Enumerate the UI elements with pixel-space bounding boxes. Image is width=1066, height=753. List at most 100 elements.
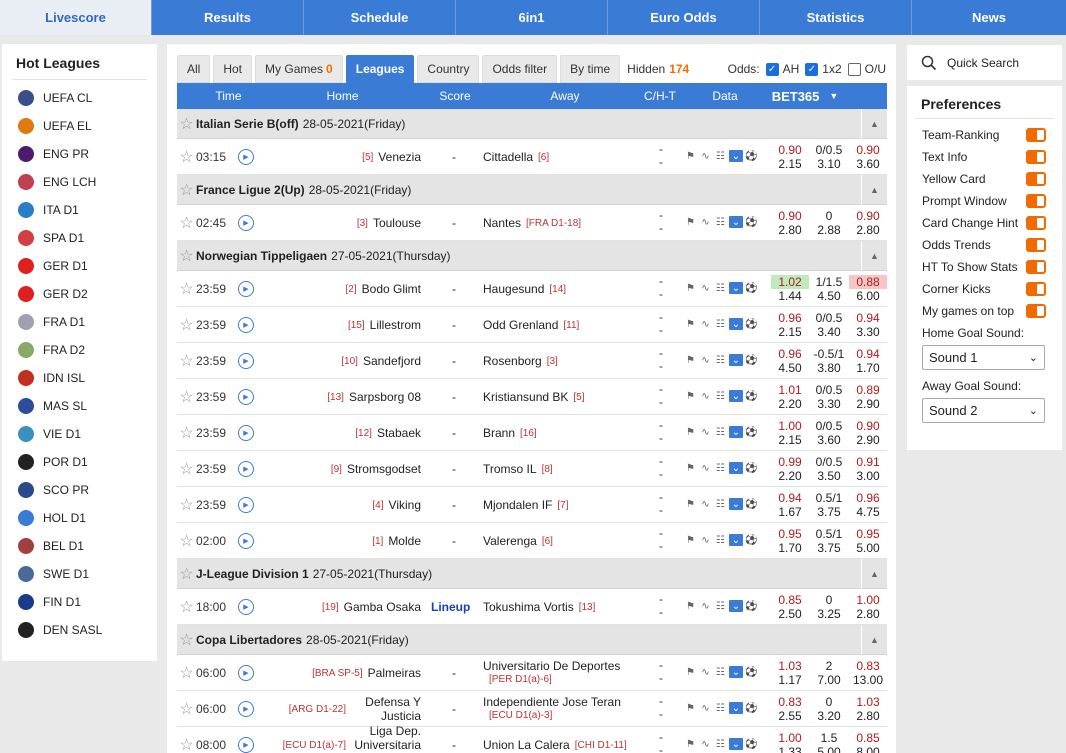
odds-block[interactable]: 0.85 0 1.00 2.50 3.25 2.80 <box>771 593 887 621</box>
odds-checkbox-ah[interactable]: ✓ <box>765 62 779 76</box>
odds-value[interactable]: 0.83 <box>849 659 887 673</box>
odds-block[interactable]: 0.96 0/0.5 0.94 2.15 3.40 3.30 <box>771 311 887 339</box>
odds-value[interactable]: 4.50 <box>771 361 809 375</box>
star-icon[interactable]: ☆ <box>177 531 196 551</box>
odds-value[interactable]: 0.95 <box>849 527 887 541</box>
ball-icon[interactable]: ⚽ <box>745 282 758 294</box>
filter-tab-by-time[interactable]: By time <box>560 55 621 83</box>
hot-league-item[interactable]: BEL D1 <box>2 532 157 560</box>
hot-league-item[interactable]: SWE D1 <box>2 560 157 588</box>
lineup-link[interactable]: Lineup <box>431 600 470 614</box>
odds-value[interactable]: 0.5/1 <box>809 491 849 505</box>
trend-chart-icon[interactable]: ∿ <box>699 150 712 162</box>
match-row[interactable]: ☆ 23:59 ▶ [12] Stabaek - Brann [16] - - ⚑ ∿ ☷ ⌄ ⚽ 1.00 0… <box>177 415 887 451</box>
odds-value[interactable]: 0.88 <box>849 275 887 289</box>
hot-league-item[interactable]: FRA D1 <box>2 308 157 336</box>
odds-block[interactable]: 1.01 0/0.5 0.89 2.20 3.30 2.90 <box>771 383 887 411</box>
odds-value[interactable]: 0/0.5 <box>809 455 849 469</box>
away-team[interactable]: Cittadella [6] <box>483 139 653 175</box>
odds-block[interactable]: 0.95 0.5/1 0.95 1.70 3.75 5.00 <box>771 527 887 555</box>
odds-value[interactable]: 0.89 <box>849 383 887 397</box>
field-icon[interactable]: ☷ <box>714 702 727 714</box>
match-row[interactable]: ☆ 23:59 ▶ [2] Bodo Glimt - Haugesund [14] - - ⚑ ∿ ☷ ⌄… <box>177 271 887 307</box>
away-team[interactable]: Tromso IL [8] <box>483 451 653 487</box>
ball-icon[interactable]: ⚽ <box>745 600 758 612</box>
odds-value[interactable]: 0/0.5 <box>809 311 849 325</box>
flag-icon[interactable]: ⚑ <box>684 534 697 546</box>
trend-chart-icon[interactable]: ∿ <box>699 666 712 678</box>
odds-value[interactable]: 0.85 <box>771 593 809 607</box>
odds-value[interactable]: 2.80 <box>771 223 809 237</box>
away-team[interactable]: Nantes [FRA D1-18] <box>483 205 653 241</box>
odds-value[interactable]: 1.02 <box>771 275 809 289</box>
away-team[interactable]: Universitario De Deportes [PER D1(a)-6] <box>483 655 653 691</box>
match-row[interactable]: ☆ 03:15 ▶ [5] Venezia - Cittadella [6] - - ⚑ ∿ ☷ ⌄ ⚽ 0.… <box>177 139 887 175</box>
league-name[interactable]: France Ligue 2(Up) <box>196 183 305 197</box>
flag-icon[interactable]: ⚑ <box>684 702 697 714</box>
star-icon[interactable]: ☆ <box>177 735 196 753</box>
ball-icon[interactable]: ⚽ <box>745 426 758 438</box>
odds-value[interactable]: 5.00 <box>809 745 849 753</box>
league-name[interactable]: Italian Serie B(off) <box>196 117 299 131</box>
hot-league-item[interactable]: FIN D1 <box>2 588 157 616</box>
odds-block[interactable]: 1.03 2 0.83 1.17 7.00 13.00 <box>771 659 887 687</box>
odds-value[interactable]: 1.5 <box>809 731 849 745</box>
match-row[interactable]: ☆ 18:00 ▶ [19] Gamba Osaka Lineup Tokushima Vo… <box>177 589 887 625</box>
match-row[interactable]: ☆ 06:00 ▶ [BRA SP-5] Palmeiras - Universitario… <box>177 655 887 691</box>
odds-value[interactable]: 0.94 <box>849 347 887 361</box>
odds-value[interactable]: 0.94 <box>771 491 809 505</box>
odds-checkbox-ou[interactable] <box>847 62 861 76</box>
ball-icon[interactable]: ⚽ <box>745 354 758 366</box>
star-icon[interactable]: ☆ <box>177 630 196 650</box>
trend-chart-icon[interactable]: ∿ <box>699 426 712 438</box>
match-row[interactable]: ☆ 23:59 ▶ [4] Viking - Mjondalen IF [7] - - ⚑ ∿ ☷ ⌄ ⚽ 0… <box>177 487 887 523</box>
odds-value[interactable]: 1.70 <box>771 541 809 555</box>
flag-icon[interactable]: ⚑ <box>684 738 697 750</box>
star-icon[interactable]: ☆ <box>177 180 196 200</box>
bookmaker-select[interactable]: BET365 ▼ <box>755 89 855 104</box>
odds-block[interactable]: 0.96 -0.5/1 0.94 4.50 3.80 1.70 <box>771 347 887 375</box>
odds-value[interactable]: 0.90 <box>849 209 887 223</box>
odds-value[interactable]: 0.94 <box>849 311 887 325</box>
home-team[interactable]: [3] Toulouse <box>211 205 421 241</box>
field-icon[interactable]: ☷ <box>714 354 727 366</box>
trend-chart-icon[interactable]: ∿ <box>699 702 712 714</box>
home-team[interactable]: [15] Lillestrom <box>211 307 421 343</box>
hot-league-item[interactable]: UEFA CL <box>2 84 157 112</box>
star-icon[interactable]: ☆ <box>177 495 196 515</box>
match-row[interactable]: ☆ 23:59 ▶ [9] Stromsgodset - Tromso IL [8] - - ⚑ ∿ ☷… <box>177 451 887 487</box>
star-icon[interactable]: ☆ <box>177 423 196 443</box>
odds-value[interactable]: 0.91 <box>849 455 887 469</box>
home-team[interactable]: [5] Venezia <box>211 139 421 175</box>
nav-tab-news[interactable]: News <box>912 0 1066 35</box>
home-team[interactable]: [12] Stabaek <box>211 415 421 451</box>
flag-icon[interactable]: ⚑ <box>684 390 697 402</box>
ball-icon[interactable]: ⚽ <box>745 534 758 546</box>
odds-value[interactable]: 4.50 <box>809 289 849 303</box>
home-team[interactable]: [9] Stromsgodset <box>211 451 421 487</box>
home-team[interactable]: [2] Bodo Glimt <box>211 271 421 307</box>
odds-value[interactable]: 0.99 <box>771 455 809 469</box>
odds-value[interactable]: 0/0.5 <box>809 143 849 157</box>
hot-league-item[interactable]: HOL D1 <box>2 504 157 532</box>
odds-value[interactable]: 0.5/1 <box>809 527 849 541</box>
odds-value[interactable]: 2.50 <box>771 607 809 621</box>
dropdown-icon[interactable]: ⌄ <box>729 702 743 714</box>
field-icon[interactable]: ☷ <box>714 462 727 474</box>
odds-value[interactable]: 0/0.5 <box>809 383 849 397</box>
ball-icon[interactable]: ⚽ <box>745 462 758 474</box>
away-team[interactable]: Odd Grenland [11] <box>483 307 653 343</box>
star-icon[interactable]: ☆ <box>177 114 196 134</box>
home-team[interactable]: [13] Sarpsborg 08 <box>211 379 421 415</box>
odds-value[interactable]: 6.00 <box>849 289 887 303</box>
odds-value[interactable]: 0.90 <box>849 143 887 157</box>
odds-value[interactable]: 2.20 <box>771 469 809 483</box>
odds-value[interactable]: -0.5/1 <box>809 347 849 361</box>
odds-value[interactable]: 3.75 <box>809 541 849 555</box>
odds-value[interactable]: 3.40 <box>809 325 849 339</box>
odds-value[interactable]: 2 <box>809 659 849 673</box>
dropdown-icon[interactable]: ⌄ <box>729 354 743 366</box>
flag-icon[interactable]: ⚑ <box>684 318 697 330</box>
odds-value[interactable]: 1.44 <box>771 289 809 303</box>
hot-league-item[interactable]: POR D1 <box>2 448 157 476</box>
